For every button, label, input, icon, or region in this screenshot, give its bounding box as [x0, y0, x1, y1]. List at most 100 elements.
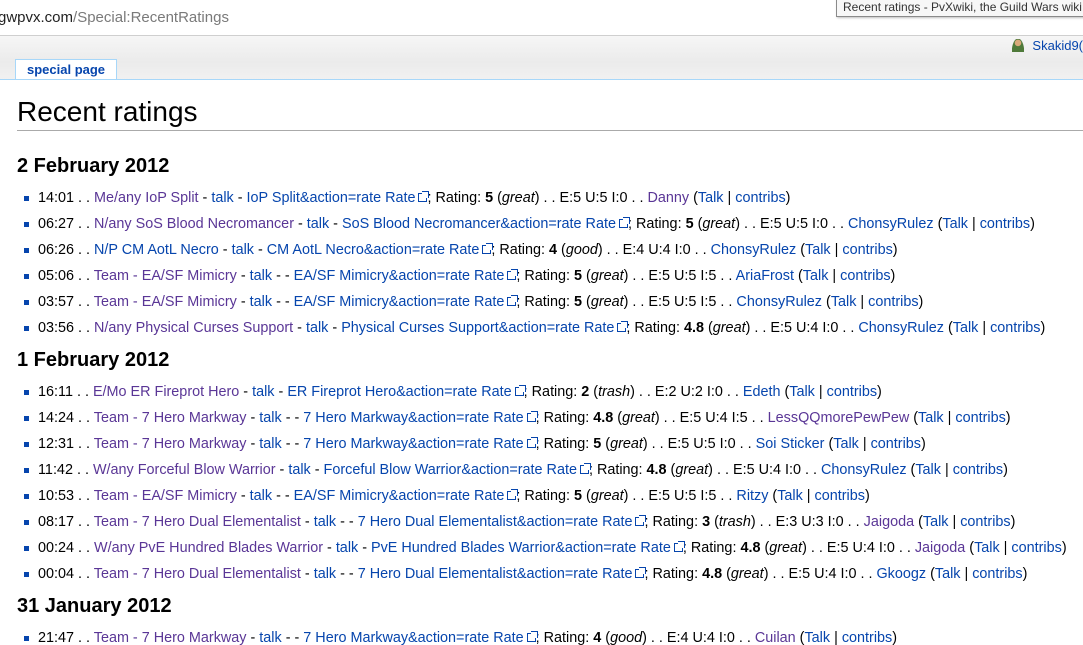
user-talk-link[interactable]: Talk [935, 566, 961, 582]
talk-link[interactable]: talk [314, 566, 336, 582]
user-talk-link[interactable]: Talk [803, 268, 829, 284]
user-link[interactable]: ChonsyRulez [858, 320, 944, 336]
contribs-link[interactable]: contribs [842, 242, 892, 258]
talk-link[interactable]: talk [259, 410, 281, 426]
talk-link[interactable]: talk [250, 268, 272, 284]
contribs-link[interactable]: contribs [990, 320, 1040, 336]
user-link[interactable]: ChonsyRulez [821, 462, 907, 478]
rate-link[interactable]: 7 Hero Markway&action=rate Rate [303, 410, 538, 426]
rating-value: 4.8 [683, 320, 704, 336]
rate-link[interactable]: ER Fireprot Hero&action=rate Rate [287, 384, 526, 400]
user-talk-link[interactable]: Talk [831, 294, 857, 310]
build-link[interactable]: Team - 7 Hero Dual Elementalist [94, 514, 301, 530]
rate-link[interactable]: 7 Hero Dual Elementalist&action=rate Rat… [358, 566, 647, 582]
rate-link[interactable]: IoP Split&action=rate Rate [247, 190, 430, 206]
user-link[interactable]: Danny [648, 190, 690, 206]
user-talk-link[interactable]: Talk [923, 514, 949, 530]
rate-link[interactable]: 7 Hero Dual Elementalist&action=rate Rat… [358, 514, 647, 530]
external-link-icon [418, 191, 430, 202]
user-link[interactable]: Edeth [743, 384, 781, 400]
rate-link[interactable]: CM AotL Necro&action=rate Rate [267, 242, 494, 258]
user-talk-link[interactable]: Talk [915, 462, 941, 478]
build-link[interactable]: Team - EA/SF Mimicry [94, 488, 237, 504]
contribs-link[interactable]: contribs [980, 216, 1030, 232]
contribs-link[interactable]: contribs [842, 630, 892, 645]
user-link[interactable]: Soi Sticker [756, 436, 825, 452]
user-link[interactable]: Gkoogz [876, 566, 926, 582]
build-link[interactable]: Team - 7 Hero Markway [94, 410, 247, 426]
build-link[interactable]: Team - 7 Hero Markway [94, 630, 247, 645]
build-link[interactable]: Team - 7 Hero Dual Elementalist [94, 566, 301, 582]
rating-value: 5 [685, 216, 694, 232]
user-link[interactable]: Ritzy [736, 488, 768, 504]
contribs-link[interactable]: contribs [955, 410, 1005, 426]
rate-link[interactable]: EA/SF Mimicry&action=rate Rate [294, 268, 519, 284]
rate-link[interactable]: PvE Hundred Blades Warrior&action=rate R… [371, 540, 685, 556]
build-link[interactable]: E/Mo ER Fireprot Hero [93, 384, 239, 400]
build-link[interactable]: N/P CM AotL Necro [94, 242, 219, 258]
user-link[interactable]: Jaigoda [915, 540, 965, 556]
rating-entry: 03:57 . . Team - EA/SF Mimicry - talk - … [0, 289, 1045, 315]
user-talk-link[interactable]: Talk [804, 630, 830, 645]
contribs-link[interactable]: contribs [871, 436, 921, 452]
contribs-link[interactable]: contribs [840, 268, 890, 284]
user-talk-link[interactable]: Talk [805, 242, 831, 258]
talk-link[interactable]: talk [259, 630, 281, 645]
build-link[interactable]: Team - EA/SF Mimicry [94, 294, 237, 310]
build-link[interactable]: N/any Physical Curses Support [94, 320, 293, 336]
username[interactable]: Skakid9( [1032, 38, 1083, 53]
rating-scores: E:4 U:4 I:0 [666, 630, 735, 645]
talk-link[interactable]: talk [250, 294, 272, 310]
user-talk-link[interactable]: Talk [777, 488, 803, 504]
contribs-link[interactable]: contribs [953, 462, 1003, 478]
user-link[interactable]: ChonsyRulez [711, 242, 797, 258]
talk-link[interactable]: talk [306, 320, 328, 336]
talk-link[interactable]: talk [252, 384, 274, 400]
talk-link[interactable]: talk [250, 488, 272, 504]
build-link[interactable]: Team - 7 Hero Markway [94, 436, 247, 452]
user-link[interactable]: AriaFrost [736, 268, 794, 284]
user-talk-link[interactable]: Talk [789, 384, 815, 400]
rating-value: 4.8 [646, 462, 667, 478]
contribs-link[interactable]: contribs [815, 488, 865, 504]
user-talk-link[interactable]: Talk [918, 410, 944, 426]
rate-link[interactable]: SoS Blood Necromancer&action=rate Rate [342, 216, 630, 232]
build-link[interactable]: W/any PvE Hundred Blades Warrior [94, 540, 323, 556]
build-link[interactable]: Team - EA/SF Mimicry [94, 268, 237, 284]
talk-link[interactable]: talk [211, 190, 233, 206]
contribs-link[interactable]: contribs [1011, 540, 1061, 556]
talk-link[interactable]: talk [288, 462, 310, 478]
contribs-link[interactable]: contribs [868, 294, 918, 310]
user-talk-link[interactable]: Talk [974, 540, 1000, 556]
user-link[interactable]: LessQQmorePewPew [768, 410, 910, 426]
talk-link[interactable]: talk [314, 514, 336, 530]
rate-link[interactable]: 7 Hero Markway&action=rate Rate [303, 630, 538, 645]
rate-link[interactable]: Forceful Blow Warrior&action=rate Rate [324, 462, 591, 478]
build-link[interactable]: N/any SoS Blood Necromancer [94, 216, 294, 232]
contribs-link[interactable]: contribs [960, 514, 1010, 530]
talk-link[interactable]: talk [232, 242, 254, 258]
talk-link[interactable]: talk [259, 436, 281, 452]
rate-link[interactable]: EA/SF Mimicry&action=rate Rate [294, 294, 519, 310]
rating-value: 3 [702, 514, 711, 530]
user-link[interactable]: Cuilan [755, 630, 796, 645]
rate-link[interactable]: EA/SF Mimicry&action=rate Rate [294, 488, 519, 504]
user-talk-link[interactable]: Talk [833, 436, 859, 452]
build-link[interactable]: W/any Forceful Blow Warrior [93, 462, 276, 478]
talk-link[interactable]: talk [307, 216, 329, 232]
user-talk-link[interactable]: Talk [942, 216, 968, 232]
user-link[interactable]: ChonsyRulez [736, 294, 822, 310]
build-link[interactable]: Me/any IoP Split [94, 190, 199, 206]
user-link[interactable]: ChonsyRulez [848, 216, 934, 232]
tab-special-page[interactable]: special page [15, 59, 118, 80]
rate-link[interactable]: 7 Hero Markway&action=rate Rate [303, 436, 538, 452]
contribs-link[interactable]: contribs [972, 566, 1022, 582]
user-link[interactable]: Jaigoda [864, 514, 914, 530]
contribs-link[interactable]: contribs [827, 384, 877, 400]
talk-link[interactable]: talk [336, 540, 358, 556]
contribs-link[interactable]: contribs [735, 190, 785, 206]
user-talk-link[interactable]: Talk [698, 190, 724, 206]
user-talk-link[interactable]: Talk [953, 320, 979, 336]
rate-link[interactable]: Physical Curses Support&action=rate Rate [341, 320, 629, 336]
user-link[interactable]: Skakid9( [1012, 38, 1083, 53]
